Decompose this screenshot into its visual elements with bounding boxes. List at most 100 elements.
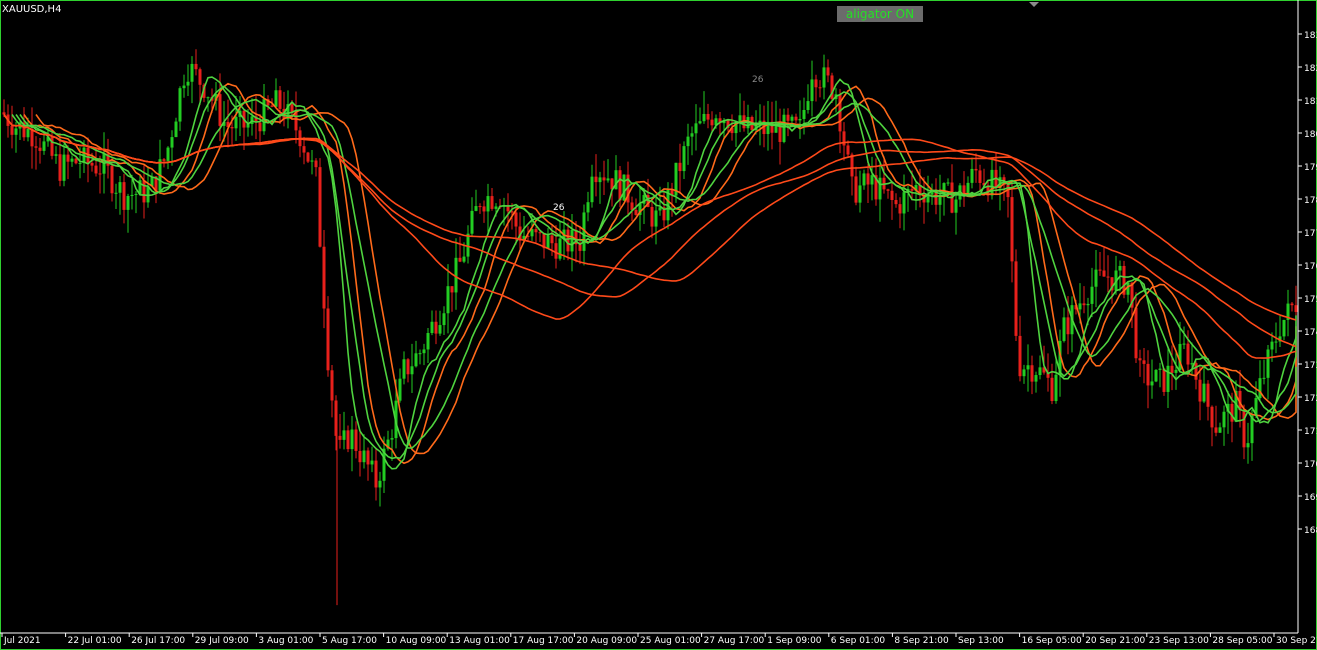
candle xyxy=(966,176,970,196)
candle-body xyxy=(850,154,854,177)
candle xyxy=(1234,380,1238,423)
candle xyxy=(1018,315,1022,382)
x-tick-label: 20 Sep 21:00 xyxy=(1085,636,1145,646)
candle xyxy=(870,156,874,201)
candle-body xyxy=(274,90,278,107)
candle xyxy=(686,123,690,165)
candle xyxy=(478,203,482,214)
candle-body xyxy=(634,209,638,215)
candle-body xyxy=(1158,368,1162,370)
time-axis: Jul 2021 22 Jul 01:00 26 Jul 17:00 29 Jul 0… xyxy=(0,632,1317,646)
candle-body xyxy=(790,116,794,121)
candle-body xyxy=(854,176,858,203)
y-tick-label: 176 xyxy=(1304,262,1317,272)
candle-body xyxy=(938,196,942,205)
candle-body xyxy=(898,204,902,214)
candle-body xyxy=(314,160,318,168)
candle xyxy=(318,158,322,248)
candle-body xyxy=(1010,197,1014,262)
candle xyxy=(1082,286,1086,314)
candle-body xyxy=(358,450,362,463)
candle xyxy=(1106,255,1110,293)
candle-body xyxy=(682,146,686,172)
candle-body xyxy=(894,199,898,205)
candle-body xyxy=(390,438,394,440)
candle-body xyxy=(1214,427,1218,433)
candle xyxy=(538,230,542,243)
candle xyxy=(942,182,946,216)
candle-body xyxy=(1282,319,1286,337)
candle-body xyxy=(1102,270,1106,277)
candle xyxy=(534,226,538,243)
candle-body xyxy=(1078,303,1082,310)
candle xyxy=(470,197,474,238)
candle-body xyxy=(162,159,166,161)
candle xyxy=(738,93,742,133)
candle xyxy=(250,98,254,136)
candle xyxy=(166,146,170,170)
candle-body xyxy=(1186,343,1190,365)
y-tick-label: 168 xyxy=(1304,526,1317,536)
candle xyxy=(798,100,802,139)
candle xyxy=(1166,348,1170,408)
x-tick-label: 29 Jul 09:00 xyxy=(195,636,249,646)
candle xyxy=(1154,369,1158,383)
y-tick-label: 181 xyxy=(1304,97,1317,107)
candle xyxy=(914,180,918,211)
candle-body xyxy=(38,147,42,151)
candle xyxy=(50,129,54,160)
candle xyxy=(338,414,342,449)
candle-body xyxy=(74,158,78,164)
candle xyxy=(818,80,822,98)
x-tick-label: 5 Aug 17:00 xyxy=(322,636,377,646)
candle-body xyxy=(26,128,30,138)
y-tick-label: 170 xyxy=(1304,460,1317,470)
candle-body xyxy=(110,165,114,194)
candle xyxy=(1094,250,1098,308)
candle-body xyxy=(1026,365,1030,370)
candle-body xyxy=(42,141,46,151)
candle xyxy=(1134,292,1138,364)
candle-body xyxy=(94,165,98,174)
candle xyxy=(586,191,590,222)
price-axis: 183 182 181 180 179 178 177 176 175 174 173 172 171 1… xyxy=(1297,0,1317,633)
candle-body xyxy=(1210,406,1214,428)
candle xyxy=(430,310,434,336)
candle xyxy=(854,166,858,206)
candle xyxy=(178,86,182,131)
candle xyxy=(1062,307,1066,343)
shift-marker-icon[interactable] xyxy=(1029,2,1039,7)
candle-body xyxy=(858,185,862,203)
alligator-toggle-button[interactable]: aligator ON xyxy=(837,6,923,22)
candle xyxy=(690,126,694,156)
chart-annotation: 26 xyxy=(752,75,764,85)
candle-body xyxy=(90,162,94,166)
candle-body xyxy=(1218,427,1222,433)
price-chart[interactable]: 183 182 181 180 179 178 177 176 175 174 173 172 171 1… xyxy=(0,0,1317,650)
candle xyxy=(302,136,306,165)
candle-body xyxy=(910,188,914,191)
candle xyxy=(886,188,890,199)
candle xyxy=(402,351,406,385)
candle xyxy=(418,349,422,365)
x-tick-label: 27 Aug 17:00 xyxy=(704,636,765,646)
candle xyxy=(126,193,130,233)
candle-body xyxy=(270,105,274,107)
candle-body xyxy=(1162,368,1166,392)
candle xyxy=(1146,350,1150,409)
candle xyxy=(1210,405,1214,447)
candle-body xyxy=(818,87,822,89)
x-tick-label: 3 Aug 01:00 xyxy=(258,636,313,646)
candle xyxy=(922,177,926,224)
candle-body xyxy=(142,180,146,203)
candle xyxy=(630,196,634,221)
candle xyxy=(342,411,346,450)
candle-body xyxy=(1106,276,1110,278)
candle xyxy=(622,174,626,202)
candle-body xyxy=(438,325,442,334)
x-tick-label: 23 Sep 13:00 xyxy=(1149,636,1209,646)
candle xyxy=(294,91,298,144)
candle xyxy=(702,91,706,124)
candle xyxy=(1174,351,1178,390)
x-tick-label: 25 Aug 01:00 xyxy=(640,636,701,646)
